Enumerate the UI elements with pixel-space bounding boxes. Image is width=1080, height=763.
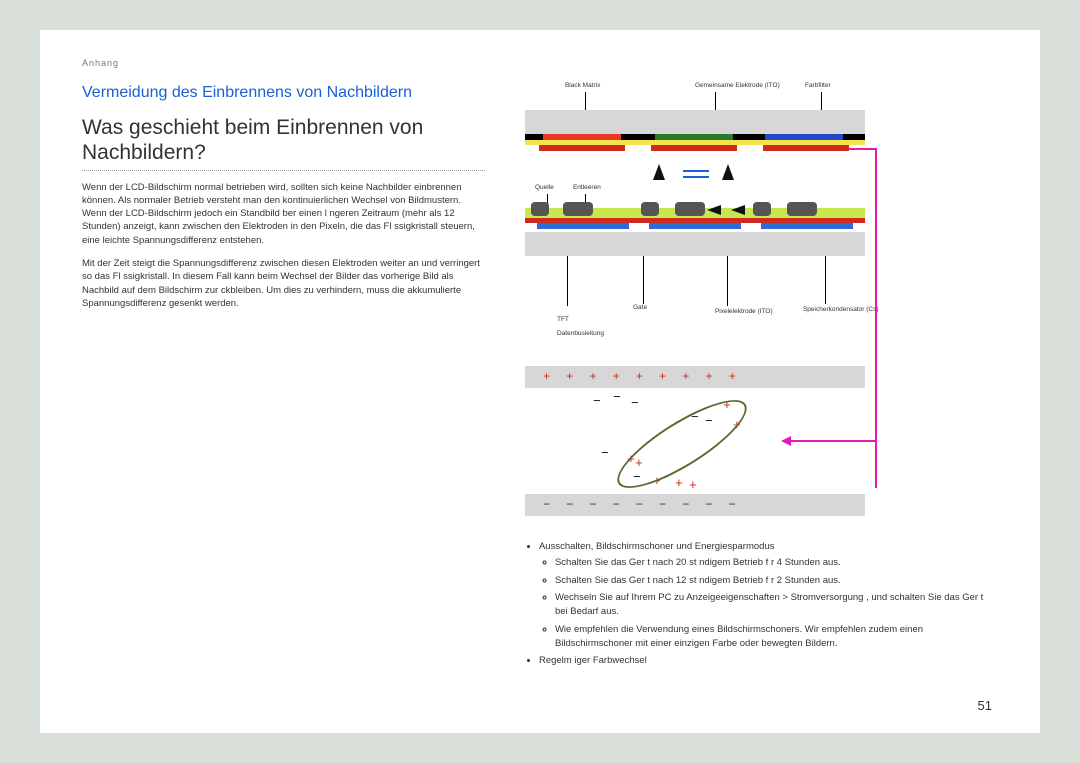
pixel-electrode xyxy=(537,223,629,229)
bar-icon xyxy=(683,176,709,178)
document-page: Anhang Vermeidung des Einbrennens von Na… xyxy=(40,30,1040,733)
lead-line xyxy=(643,256,644,304)
label-common-electrode: Gemeinsame Elektrode (ITO) xyxy=(695,82,780,89)
bar-icon xyxy=(683,170,709,172)
lead-line xyxy=(567,256,568,306)
label-databus: Datenbusleitung xyxy=(557,330,604,337)
lead-line xyxy=(825,256,826,304)
electrode-top-bar: +++++++++ xyxy=(525,366,865,388)
right-column: Black Matrix Gemeinsame Elektrode (ITO) … xyxy=(525,84,998,672)
bullet-list: Ausschalten, Bildschirmschoner und Energ… xyxy=(525,540,998,668)
substrate-top xyxy=(525,110,865,134)
electrode-seg xyxy=(651,145,737,151)
pixel-electrode xyxy=(761,223,853,229)
list-item: Wechseln Sie auf Ihrem PC zu Anzeigeeige… xyxy=(555,591,998,619)
electrode-seg xyxy=(539,145,625,151)
contact xyxy=(753,202,771,216)
label-black-matrix: Black Matrix xyxy=(565,82,600,89)
arrow-icon xyxy=(707,205,721,215)
section-title: Vermeidung des Einbrennens von Nachbilde… xyxy=(82,84,485,102)
label-gate: Gate xyxy=(633,304,647,311)
list-item: Ausschalten, Bildschirmschoner und Energ… xyxy=(539,540,998,650)
label-drain: Entleeren xyxy=(573,184,601,191)
page-number: 51 xyxy=(978,698,992,713)
left-column: Vermeidung des Einbrennens von Nachbilde… xyxy=(82,84,485,672)
magenta-line xyxy=(849,148,877,150)
arrow-icon xyxy=(781,436,791,446)
header-label: Anhang xyxy=(82,58,998,68)
label-pixel-electrode: Pixelelektrode (ITO) xyxy=(715,308,773,315)
list-item: Schalten Sie das Ger t nach 12 st ndigem… xyxy=(555,574,998,588)
pixel-electrode xyxy=(649,223,741,229)
electrode-seg xyxy=(763,145,849,151)
arrow-icon xyxy=(653,164,665,180)
magenta-line xyxy=(875,148,877,488)
paragraph-1: Wenn der LCD-Bildschirm normal betrieben… xyxy=(82,181,485,247)
arrow-icon xyxy=(731,205,745,215)
contact xyxy=(563,202,593,216)
label-storage-cap: Speicherkondensator (Cs) xyxy=(803,306,879,313)
bullet-text: Ausschalten, Bildschirmschoner und Energ… xyxy=(539,541,775,552)
contact xyxy=(531,202,549,216)
list-item: Wie empfehlen die Verwendung eines Bilds… xyxy=(555,623,998,651)
contact xyxy=(675,202,705,216)
lead-line xyxy=(727,256,728,306)
contact xyxy=(787,202,817,216)
paragraph-2: Mit der Zeit steigt die Spannungsdiffere… xyxy=(82,257,485,310)
contact xyxy=(641,202,659,216)
electrode-diagram: +++++++++ − − − + − + − − + + − + + + −−… xyxy=(525,366,865,526)
label-source: Quelle xyxy=(535,184,554,191)
magenta-line xyxy=(785,440,877,442)
list-item: Regelm iger Farbwechsel xyxy=(539,654,998,668)
electrode-bottom-bar: −−−−−−−−− xyxy=(525,494,865,516)
lcd-cross-section-diagram: Black Matrix Gemeinsame Elektrode (ITO) … xyxy=(525,84,865,354)
arrow-icon xyxy=(722,164,734,180)
label-tft: TFT xyxy=(557,316,569,323)
two-column-layout: Vermeidung des Einbrennens von Nachbilde… xyxy=(82,84,998,672)
question-title: Was geschieht beim Einbrennen von Nachbi… xyxy=(82,116,485,171)
list-item: Schalten Sie das Ger t nach 20 st ndigem… xyxy=(555,556,998,570)
substrate-bottom xyxy=(525,232,865,256)
label-color-filter: Farbfilter xyxy=(805,82,831,89)
